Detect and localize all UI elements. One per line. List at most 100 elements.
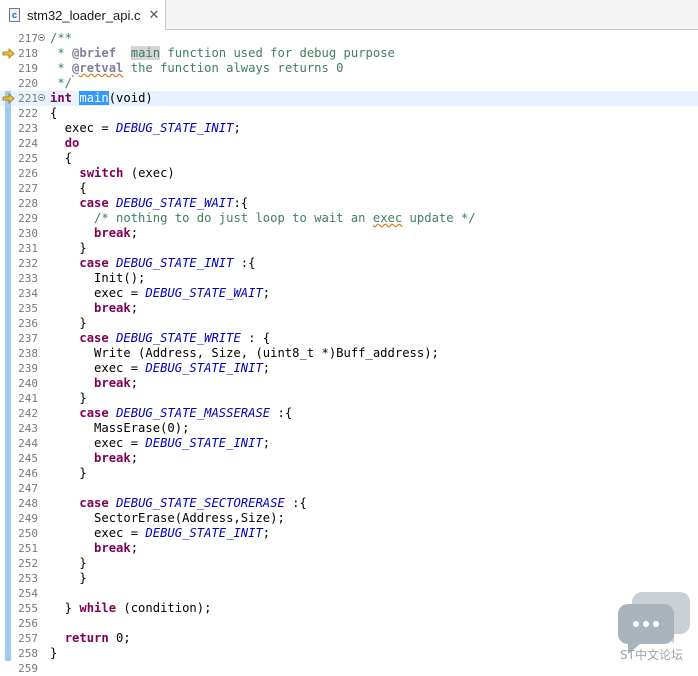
line-number: 227 [18,182,38,195]
code-token: the function always returns 0 [123,61,344,75]
code-editor[interactable]: 217/** 218 * @brief main function used fo… [0,30,698,675]
code-line[interactable]: 250 exec = DEBUG_STATE_INIT; [0,526,698,541]
code-line[interactable]: 217 /** [0,31,698,46]
code-line[interactable]: 242 case DEBUG_STATE_MASSERASE :{ [0,406,698,421]
override-arrow-icon[interactable] [2,46,16,61]
code-text: switch (exec) [50,166,174,181]
code-token: @retval [72,61,124,75]
code-line[interactable]: 240 break; [0,376,698,391]
fold-toggle-icon[interactable] [38,34,45,41]
code-line[interactable]: 259 [0,661,698,676]
code-text: } [50,466,86,481]
code-line[interactable]: 248 case DEBUG_STATE_SECTORERASE :{ [0,496,698,511]
code-text: return 0; [50,631,131,646]
code-line[interactable]: 218 * @brief main function used for debu… [0,46,698,61]
code-line[interactable]: 247 [0,481,698,496]
line-number: 245 [18,452,38,465]
code-token: } [50,316,87,330]
line-number: 246 [18,467,38,480]
coverage-marker [5,121,11,136]
code-line[interactable]: 223 exec = DEBUG_STATE_INIT; [0,121,698,136]
code-token: :{ [233,196,249,210]
code-token: DEBUG_STATE_INIT [145,526,263,540]
code-line[interactable]: 241 } [0,391,698,406]
code-token: :{ [233,256,256,270]
code-token: Init(); [50,271,146,285]
code-line[interactable]: 221 int main(void) [0,91,698,106]
line-number: 259 [18,662,38,675]
tab-stm32-loader-api[interactable]: c stm32_loader_api.c ✕ [0,0,166,30]
code-line[interactable]: 255 } while (condition); [0,601,698,616]
code-token: } [50,556,87,570]
code-line[interactable]: 235 break; [0,301,698,316]
code-line[interactable]: 222 { [0,106,698,121]
code-line[interactable]: 233 Init(); [0,271,698,286]
line-number: 256 [18,617,38,630]
code-line[interactable]: 258} [0,646,698,661]
watermark-text: ST中文论坛 [620,648,683,662]
line-number: 255 [18,602,38,615]
coverage-marker [5,316,11,331]
code-token: DEBUG_STATE_INIT [116,121,234,135]
code-token: DEBUG_STATE_WAIT [116,196,234,210]
code-token: SectorErase(Address,Size); [50,511,285,525]
fold-toggle-icon[interactable] [38,94,45,101]
code-line[interactable]: 230 break; [0,226,698,241]
coverage-marker [5,421,11,436]
code-line[interactable]: 226 switch (exec) [0,166,698,181]
code-line[interactable]: 237 case DEBUG_STATE_WRITE : { [0,331,698,346]
code-line[interactable]: 254 [0,586,698,601]
line-number: 257 [18,632,38,645]
code-line[interactable]: 229 /* nothing to do just loop to wait a… [0,211,698,226]
line-number: 239 [18,362,38,375]
code-line[interactable]: 251 break; [0,541,698,556]
code-token: DEBUG_STATE_INIT [145,436,263,450]
code-line[interactable]: 246 } [0,466,698,481]
code-token: exec = [50,526,146,540]
line-number: 258 [18,647,38,660]
code-text: case DEBUG_STATE_MASSERASE :{ [50,406,292,421]
coverage-marker [5,181,11,196]
line-number: 228 [18,197,38,210]
code-line[interactable]: 238 Write (Address, Size, (uint8_t *)Buf… [0,346,698,361]
code-text: */ [50,76,72,91]
coverage-marker [5,556,11,571]
close-icon[interactable]: ✕ [148,7,159,23]
coverage-marker [5,361,11,376]
code-line[interactable]: 245 break; [0,451,698,466]
code-line[interactable]: 253 } [0,571,698,586]
code-line[interactable]: 220 */ [0,76,698,91]
code-text: case DEBUG_STATE_INIT :{ [50,256,255,271]
code-line[interactable]: 249 SectorErase(Address,Size); [0,511,698,526]
code-line[interactable]: 228 case DEBUG_STATE_WAIT:{ [0,196,698,211]
override-arrow-icon[interactable] [2,91,16,106]
code-token: */ [50,76,73,90]
code-line[interactable]: 224 do [0,136,698,151]
code-line[interactable]: 256 [0,616,698,631]
line-number: 244 [18,437,38,450]
code-line[interactable]: 231 } [0,241,698,256]
code-line[interactable]: 236 } [0,316,698,331]
code-line[interactable]: 239 exec = DEBUG_STATE_INIT; [0,361,698,376]
code-line[interactable]: 234 exec = DEBUG_STATE_WAIT; [0,286,698,301]
code-line[interactable]: 252 } [0,556,698,571]
code-line[interactable]: 243 MassErase(0); [0,421,698,436]
code-token: /** [50,31,73,45]
code-line[interactable]: 225 { [0,151,698,166]
code-line[interactable]: 244 exec = DEBUG_STATE_INIT; [0,436,698,451]
code-line[interactable]: 227 { [0,181,698,196]
code-line[interactable]: 219 * @retval the function always return… [0,61,698,76]
coverage-marker [5,481,11,496]
code-line[interactable]: 257 return 0; [0,631,698,646]
code-line[interactable]: 232 case DEBUG_STATE_INIT :{ [0,256,698,271]
code-text: /* nothing to do just loop to wait an ex… [50,211,476,226]
